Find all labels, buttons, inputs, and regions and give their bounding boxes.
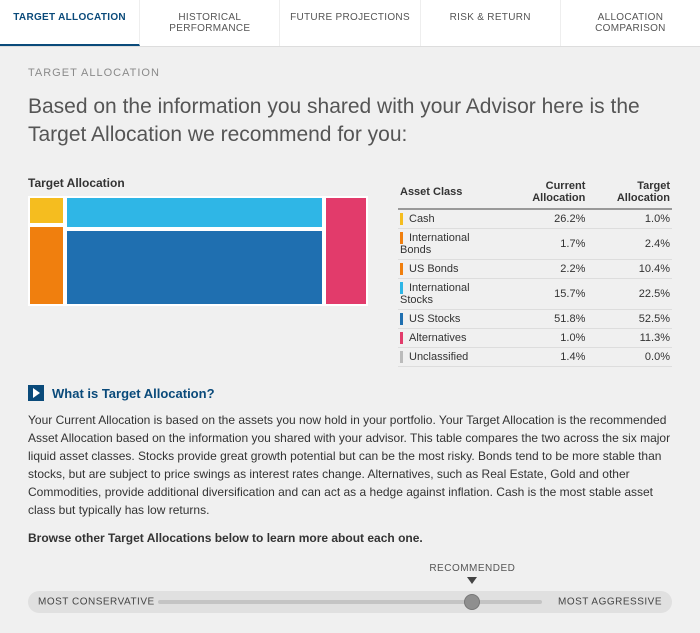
tab-future-projections[interactable]: FUTURE PROJECTIONS [280, 0, 420, 46]
color-swatch [400, 232, 403, 244]
table-row: Unclassified1.4%0.0% [398, 348, 672, 367]
slider-track [158, 600, 542, 604]
cell-target: 1.0% [587, 209, 672, 229]
color-swatch [400, 282, 403, 294]
cell-target: 0.0% [587, 348, 672, 367]
cell-asset-name: International Bonds [398, 228, 497, 259]
table-row: International Stocks15.7%22.5% [398, 278, 672, 309]
chart-title: Target Allocation [28, 176, 368, 190]
cell-asset-name: International Stocks [398, 278, 497, 309]
slider-label-aggressive: MOST AGGRESSIVE [558, 597, 662, 608]
col-current: Current Allocation [497, 176, 587, 209]
table-row: International Bonds1.7%2.4% [398, 228, 672, 259]
cell-asset-name: Unclassified [398, 348, 497, 367]
tab-target-allocation[interactable]: TARGET ALLOCATION [0, 0, 140, 46]
treemap-bonds [28, 225, 65, 305]
slider-label-conservative: MOST CONSERVATIVE [38, 597, 155, 608]
browse-prompt: Browse other Target Allocations below to… [28, 531, 672, 545]
treemap-intl-stocks [65, 196, 323, 229]
color-swatch [400, 313, 403, 325]
top-tabs: TARGET ALLOCATION HISTORICAL PERFORMANCE… [0, 0, 700, 47]
slider-bar[interactable]: MOST CONSERVATIVE MOST AGGRESSIVE [28, 591, 672, 613]
color-swatch [400, 213, 403, 225]
cell-target: 2.4% [587, 228, 672, 259]
recommended-label: RECOMMENDED [429, 563, 515, 574]
cell-current: 51.8% [497, 310, 587, 329]
tab-allocation-comparison[interactable]: ALLOCATION COMPARISON [561, 0, 700, 46]
cell-current: 26.2% [497, 209, 587, 229]
table-row: US Stocks51.8%52.5% [398, 310, 672, 329]
table-row: Cash26.2%1.0% [398, 209, 672, 229]
page-lead: Based on the information you shared with… [28, 93, 672, 150]
cell-target: 10.4% [587, 259, 672, 278]
col-asset-class: Asset Class [398, 176, 497, 209]
what-is-target-allocation-toggle[interactable]: What is Target Allocation? [28, 385, 672, 401]
expand-icon [28, 385, 44, 401]
cell-current: 1.4% [497, 348, 587, 367]
slider-thumb[interactable] [464, 594, 480, 610]
treemap-cash [28, 196, 65, 226]
section-label: TARGET ALLOCATION [28, 67, 672, 79]
cell-asset-name: Cash [398, 209, 497, 229]
cell-current: 15.7% [497, 278, 587, 309]
table-row: US Bonds2.2%10.4% [398, 259, 672, 278]
cell-current: 2.2% [497, 259, 587, 278]
treemap-us-stocks [65, 229, 323, 306]
cell-asset-name: Alternatives [398, 329, 497, 348]
cell-target: 52.5% [587, 310, 672, 329]
description-text: Your Current Allocation is based on the … [28, 411, 672, 519]
allocation-table: Asset Class Current Allocation Target Al… [398, 176, 672, 368]
chevron-down-icon [467, 577, 477, 584]
table-row: Alternatives1.0%11.3% [398, 329, 672, 348]
color-swatch [400, 351, 403, 363]
cell-current: 1.7% [497, 228, 587, 259]
color-swatch [400, 263, 403, 275]
color-swatch [400, 332, 403, 344]
cell-asset-name: US Stocks [398, 310, 497, 329]
treemap-chart [28, 196, 368, 306]
treemap-alternatives [324, 196, 368, 306]
cell-current: 1.0% [497, 329, 587, 348]
content: TARGET ALLOCATION Based on the informati… [0, 47, 700, 633]
risk-slider: RECOMMENDED MOST CONSERVATIVE MOST AGGRE… [28, 563, 672, 613]
tab-historical-performance[interactable]: HISTORICAL PERFORMANCE [140, 0, 280, 46]
cell-target: 22.5% [587, 278, 672, 309]
tab-risk-return[interactable]: RISK & RETURN [421, 0, 561, 46]
expander-label: What is Target Allocation? [52, 386, 215, 401]
cell-target: 11.3% [587, 329, 672, 348]
col-target: Target Allocation [587, 176, 672, 209]
cell-asset-name: US Bonds [398, 259, 497, 278]
